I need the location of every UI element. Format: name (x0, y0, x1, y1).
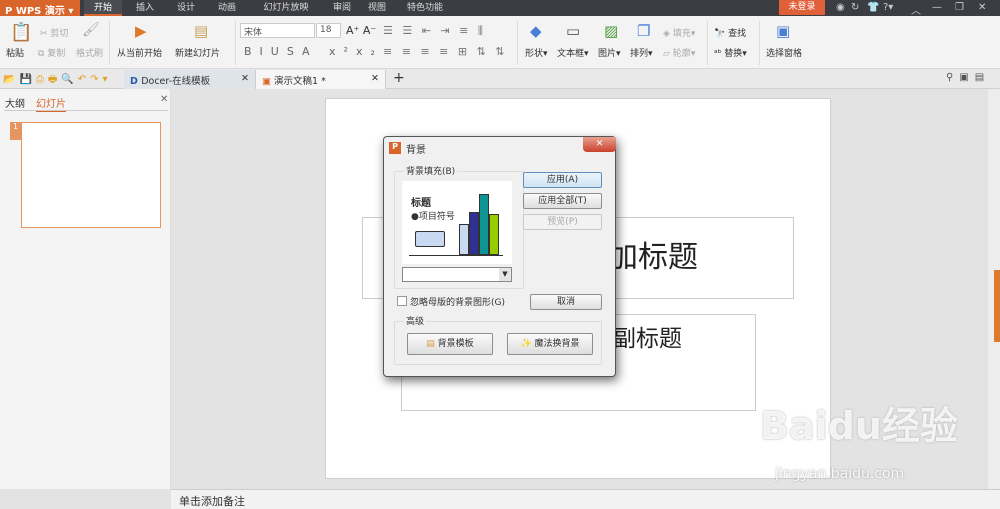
new-tab-button[interactable]: + (393, 70, 405, 86)
from-current-button[interactable]: 从当前开始 (117, 46, 162, 59)
apply-all-button[interactable]: 应用全部(T) (523, 193, 602, 209)
slide-thumbnail[interactable] (21, 122, 161, 228)
preview-bar (459, 224, 469, 255)
notes-area[interactable]: 单击添加备注 (171, 489, 1000, 509)
magic-background-button[interactable]: ✨ 魔法换背景 (507, 333, 593, 355)
paste-button[interactable]: 粘贴 (6, 46, 24, 59)
tab-animation[interactable]: 动画 (210, 0, 244, 16)
side-panel-handle[interactable] (994, 270, 1000, 342)
picture-button[interactable]: 图片▾ (598, 46, 621, 59)
tab-special[interactable]: 特色功能 (400, 0, 450, 16)
fill-dropdown[interactable]: ▼ (402, 267, 512, 282)
skin-icon[interactable]: ◉ (836, 2, 845, 13)
ribbon (0, 16, 1000, 69)
fill-button[interactable]: ◈ 填充▾ (663, 26, 695, 39)
omit-master-label: 忽略母版的背景图形(G) (410, 298, 505, 308)
pane-divider (4, 110, 168, 111)
copy-button[interactable]: ⧉ 复制 (38, 46, 65, 59)
close-pane-icon[interactable]: ✕ (160, 94, 168, 105)
app-menu-button[interactable]: P WPS 演示 ▾ (0, 0, 80, 17)
shirt-icon[interactable]: 👕 (867, 2, 879, 13)
watermark-url: jingyan.baidu.com (775, 466, 905, 482)
selection-pane-icon: ▣ (776, 22, 791, 40)
textbox-icon: ▭ (566, 22, 581, 40)
new-slide-button[interactable]: 新建幻灯片 (175, 46, 220, 59)
tab-review[interactable]: 审阅 (327, 0, 357, 16)
picture-icon: ▨ (604, 22, 619, 40)
fill-group-label: 背景填充(B) (404, 164, 458, 177)
cut-button[interactable]: ✂ 剪切 (40, 26, 68, 39)
preview-button[interactable]: 预览(P) (523, 214, 602, 230)
grow-font-icon[interactable]: A⁺ A⁻ (346, 24, 376, 37)
shape-icon: ◆ (530, 22, 542, 40)
replace-button[interactable]: ᵃᵇ 替换▾ (714, 46, 747, 59)
cancel-button[interactable]: 取消 (530, 294, 602, 310)
play-from-current-icon: ▶ (135, 22, 147, 40)
preview-title: 标题 (411, 198, 431, 209)
background-template-button[interactable]: ▤ 背景模板 (407, 333, 493, 355)
arrange-button[interactable]: 排列▾ (630, 46, 653, 59)
chevron-down-icon[interactable]: ▼ (499, 268, 511, 281)
textbox-button[interactable]: 文本框▾ (557, 46, 589, 59)
background-preview: 标题 ●项目符号 (402, 181, 512, 264)
advanced-label: 高级 (404, 314, 427, 327)
tab-home[interactable]: 开始 (84, 0, 122, 16)
docer-icon: D (130, 76, 142, 87)
paste-icon: 📋 (10, 22, 33, 43)
collapse-icon[interactable]: ︿ (911, 2, 921, 17)
close-tab-icon[interactable]: ✕ (241, 73, 249, 84)
help-icon[interactable]: ?▾ (883, 2, 893, 13)
preview-shape (415, 231, 445, 247)
shape-button[interactable]: 形状▾ (525, 46, 548, 59)
tab-insert[interactable]: 插入 (128, 0, 162, 16)
tab-outline[interactable]: 大纲 (5, 95, 25, 110)
format-painter-button[interactable]: 格式刷 (76, 46, 103, 59)
font-style-buttons[interactable]: BIUSA x²x₂ (244, 45, 383, 58)
doc-tab-docer[interactable]: D Docer-在线模板 ✕ (124, 70, 256, 89)
minimize-icon[interactable]: — (932, 2, 942, 13)
preview-bullet: ●项目符号 (411, 212, 455, 222)
close-tab-icon[interactable]: ✕ (371, 73, 379, 84)
brush-icon: 🖌 (82, 22, 100, 38)
tab-bar-tools[interactable]: ⚲▣▤ (946, 72, 990, 83)
slide-number: 1 (10, 122, 21, 140)
watermark: Baidu经验 (760, 404, 958, 448)
tab-view[interactable]: 视图 (362, 0, 392, 16)
preview-bar (469, 212, 479, 255)
arrange-icon: ❐ (637, 22, 651, 40)
find-button[interactable]: 🔭 查找 (714, 26, 746, 39)
tab-design[interactable]: 设计 (169, 0, 203, 16)
quick-access-toolbar[interactable]: 📂💾⎙🖶🔍↶↷▾ (3, 72, 112, 89)
preview-bar (489, 214, 499, 255)
login-button[interactable]: 未登录 (779, 0, 825, 15)
presentation-icon: ▣ (262, 76, 274, 87)
template-icon: ▤ (426, 339, 438, 349)
font-name-select[interactable]: 宋体 (240, 23, 315, 38)
preview-baseline (409, 255, 503, 256)
sync-icon[interactable]: ↻ (851, 2, 859, 13)
apply-button[interactable]: 应用(A) (523, 172, 602, 188)
background-dialog: P 背景 ✕ 背景填充(B) 标题 ●项目符号 ▼ 应用(A) 应用全部(T) … (383, 136, 616, 377)
paragraph-buttons[interactable]: ☰ ☰ ⇤ ⇥ ≡ ⫼ (383, 24, 486, 38)
omit-master-checkbox[interactable] (397, 296, 407, 306)
wps-logo-icon: P (5, 6, 16, 17)
preview-bar (479, 194, 489, 255)
dialog-close-button[interactable]: ✕ (583, 137, 616, 152)
align-buttons[interactable]: ≡ ≡ ≡ ≡ ⊞ ⇅ ⇅ (383, 45, 508, 58)
doc-tab-presentation[interactable]: ▣ 演示文稿1 * ✕ (256, 70, 386, 89)
dialog-logo-icon: P (389, 142, 401, 154)
dialog-title: 背景 (406, 145, 426, 156)
tab-slideshow[interactable]: 幻灯片放映 (252, 0, 320, 16)
font-size-select[interactable]: 18 (316, 23, 341, 38)
new-slide-icon: ▤ (194, 22, 209, 40)
magic-wand-icon: ✨ (520, 339, 535, 349)
restore-icon[interactable]: ❐ (955, 2, 964, 13)
outline-button[interactable]: ▱ 轮廓▾ (663, 46, 695, 59)
selection-pane-button[interactable]: 选择窗格 (766, 46, 802, 59)
close-icon[interactable]: ✕ (978, 2, 986, 13)
